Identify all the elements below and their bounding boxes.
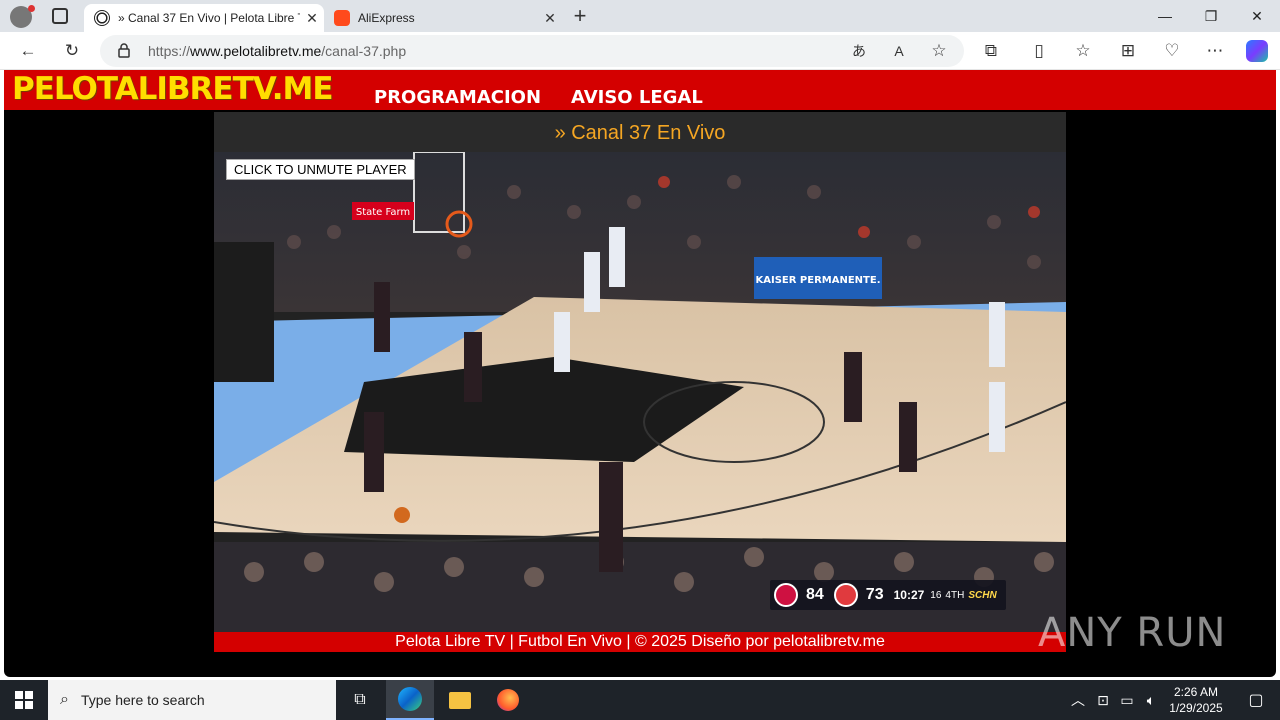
search-placeholder: Type here to search: [80, 692, 205, 708]
tab-actions-icon[interactable]: [52, 8, 68, 24]
away-score: 73: [865, 586, 884, 603]
start-button[interactable]: [0, 680, 48, 720]
read-aloud-icon[interactable]: A: [886, 39, 912, 63]
split-screen-icon[interactable]: ▯: [1026, 39, 1052, 63]
clock-date: 1/29/2025: [1169, 701, 1223, 715]
period: 4TH: [945, 589, 965, 601]
anyrun-watermark: ANY RUN: [1038, 610, 1226, 656]
notification-center-icon[interactable]: ▢: [1232, 680, 1280, 720]
sponsor-text: State Farm: [356, 207, 410, 218]
firefox-icon[interactable]: [484, 680, 532, 720]
browser-tab-bar: » Canal 37 En Vivo | Pelota Libre T ✕ Al…: [0, 0, 1280, 32]
copilot-icon[interactable]: [1244, 39, 1270, 63]
network-icon[interactable]: ▭: [1114, 680, 1140, 720]
unmute-player-button[interactable]: CLICK TO UNMUTE PLAYER: [226, 159, 415, 180]
browser-essentials-icon[interactable]: ♡: [1159, 39, 1185, 63]
aliexpress-icon: [334, 10, 350, 26]
file-explorer-icon[interactable]: [436, 680, 484, 720]
url-host: www.pelotalibretv.me: [190, 43, 322, 59]
site-header: PELOTALIBRETV.ME PROGRAMACION AVISO LEGA…: [4, 70, 1276, 110]
site-footer: Pelota Libre TV | Futbol En Vivo | © 202…: [214, 632, 1066, 652]
favorite-star-icon[interactable]: ☆: [926, 39, 952, 63]
network-logo: SCHN: [968, 589, 997, 601]
video-player[interactable]: KAISER PERMANENTE. State Farm CLICK TO U…: [214, 152, 1066, 632]
windows-taskbar: ⌕ Type here to search ⧉ ︿ ⊡ ▭ 🔈︎ 2:26 AM…: [0, 680, 1280, 720]
back-icon[interactable]: ←: [15, 39, 41, 63]
extensions-icon[interactable]: ⧉: [978, 39, 1004, 63]
court-sign-text: KAISER PERMANENTE.: [756, 275, 881, 286]
translate-icon[interactable]: あ: [846, 39, 872, 63]
shot-clock: 16: [930, 589, 942, 601]
browser-toolbar: ← ↻ https://www.pelotalibretv.me/canal-3…: [0, 32, 1280, 70]
web-page: PELOTALIBRETV.ME PROGRAMACION AVISO LEGA…: [0, 70, 1280, 680]
url-text[interactable]: https://www.pelotalibretv.me/canal-37.ph…: [148, 43, 406, 59]
minimize-icon[interactable]: —: [1142, 0, 1188, 32]
new-tab-icon[interactable]: +: [566, 4, 594, 28]
search-icon: ⌕: [60, 691, 69, 708]
taskbar-clock[interactable]: 2:26 AM 1/29/2025: [1160, 684, 1232, 716]
site-logo[interactable]: PELOTALIBRETV.ME: [12, 71, 334, 107]
hawks-logo-icon: [833, 583, 858, 607]
edge-taskbar-icon[interactable]: [386, 680, 434, 720]
address-bar[interactable]: https://www.pelotalibretv.me/canal-37.ph…: [100, 35, 964, 67]
url-prefix: https://: [148, 43, 191, 59]
channel-title: » Canal 37 En Vivo: [554, 122, 726, 144]
rockets-logo-icon: [774, 583, 798, 607]
home-score: 84: [806, 586, 824, 603]
more-menu-icon[interactable]: ⋯: [1202, 39, 1228, 63]
notification-dot: [28, 5, 35, 12]
tab-label: » Canal 37 En Vivo | Pelota Libre T: [118, 11, 300, 25]
close-tab-icon[interactable]: ✕: [300, 10, 324, 27]
video-frame: KAISER PERMANENTE. State Farm: [214, 152, 1066, 632]
device-icon[interactable]: ⊡: [1090, 680, 1116, 720]
soccer-ball-icon: [94, 10, 110, 26]
task-view-icon[interactable]: ⧉: [336, 680, 384, 720]
taskbar-search[interactable]: ⌕ Type here to search: [48, 680, 336, 720]
watermark-text: ANY RUN: [1038, 610, 1227, 656]
tab-label: AliExpress: [358, 11, 415, 25]
nav-programacion[interactable]: PROGRAMACION: [374, 87, 541, 108]
tab-canal-37[interactable]: » Canal 37 En Vivo | Pelota Libre T ✕: [84, 4, 324, 32]
player-container: » Canal 37 En Vivo KAISER PERMANENTE. St…: [214, 112, 1066, 652]
clock-time: 2:26 AM: [1173, 685, 1219, 699]
lock-icon[interactable]: [118, 43, 130, 58]
scoreboard-overlay: 84 73 10:27 16 4TH SCHN: [770, 580, 1006, 610]
refresh-icon[interactable]: ↻: [59, 39, 85, 63]
restore-icon[interactable]: ❐: [1188, 0, 1234, 32]
url-path: /canal-37.php: [321, 43, 407, 59]
favorites-icon[interactable]: ☆: [1070, 39, 1096, 63]
close-tab-icon[interactable]: ✕: [538, 10, 562, 27]
game-clock: 10:27: [893, 588, 925, 602]
nav-aviso-legal[interactable]: AVISO LEGAL: [571, 87, 703, 108]
collections-icon[interactable]: ⊞: [1115, 39, 1141, 63]
tab-aliexpress[interactable]: AliExpress ✕: [324, 4, 562, 32]
windows-logo-icon: [15, 691, 33, 709]
close-window-icon[interactable]: ✕: [1234, 0, 1280, 32]
show-hidden-icons-icon[interactable]: ︿: [1064, 680, 1092, 720]
